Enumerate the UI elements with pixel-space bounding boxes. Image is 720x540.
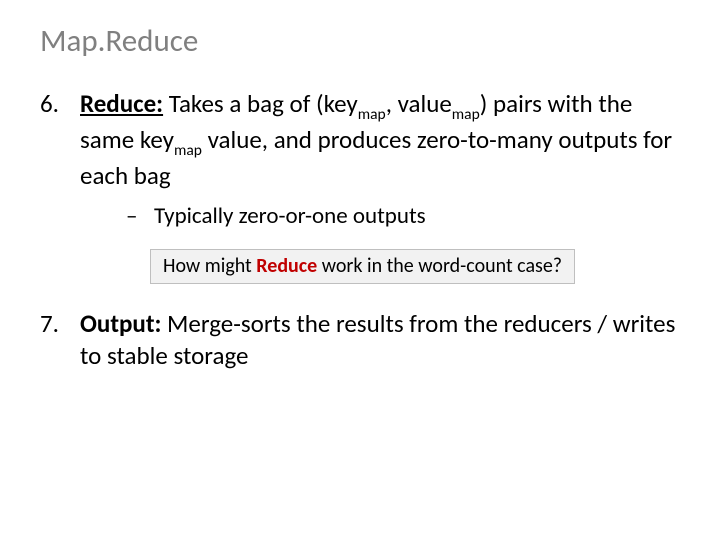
text: Merge-sorts the results from the reducer… [80,308,675,371]
item-number: 7. [40,308,74,340]
callout-text: How might [163,254,256,278]
text: Takes a bag of ( [163,88,324,119]
callout-text: work in the word-count case? [317,254,562,278]
callout-highlight: Reduce [256,254,317,278]
keyword-key: key [140,124,174,155]
sub-list-item: Typically zero-or-one outputs [80,202,680,232]
list-item-reduce: 6. Reduce: Takes a bag of (keymap, value… [40,88,680,284]
list-item-output: 7. Output: Merge-sorts the results from … [40,308,680,372]
slide: Map.Reduce 6. Reduce: Takes a bag of (ke… [0,0,720,540]
callout-box: How might Reduce work in the word-count … [150,249,575,285]
item-label: Reduce: [80,88,163,119]
item-number: 6. [40,88,74,120]
slide-title: Map.Reduce [40,22,680,60]
subscript: map [358,105,386,124]
callout-container: How might Reduce work in the word-count … [80,248,680,285]
subscript: map [174,141,202,160]
keyword-value: value [398,88,452,119]
subscript: map [452,105,480,124]
keyword-key: key [324,88,358,119]
sub-list: Typically zero-or-one outputs [80,202,680,232]
item-label: Output: [80,308,161,339]
main-list: 6. Reduce: Takes a bag of (keymap, value… [40,88,680,372]
text: , [386,88,398,119]
